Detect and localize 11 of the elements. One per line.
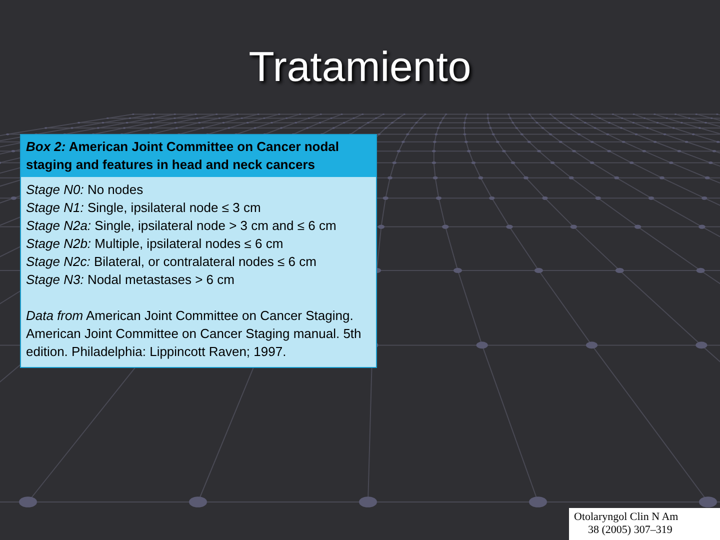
stage-definition: Stage N0: No nodes — [26, 182, 144, 197]
stage-definition: Stage N1: Single, ipsilateral node ≤ 3 cm — [26, 200, 261, 215]
box-heading: Box 2: American Joint Committee on Cancer nodal staging and features in head and neck cancers — [26, 139, 340, 172]
stage-definition: Stage N2b: Multiple, ipsilateral nodes ≤ 6 cm — [26, 236, 284, 251]
citation-line: Otolaryngol Clin N Am — [574, 511, 678, 524]
slide-title: Tratamiento — [248, 42, 472, 92]
stage-definition: Stage N3: Nodal metastases > 6 cm — [26, 272, 234, 287]
source-note: Data from American Joint Committee on Cancer Staging. American Joint Committee on Cancer Staging manual. 5th edition. Philadelphia: Lippincott Raven; 1997. — [26, 307, 362, 361]
citation-line: 38 (2005) 307–319 — [587, 524, 672, 537]
stage-definition: Stage N2a: Single, ipsilateral node > 3 cm and ≤ 6 cm — [26, 218, 336, 233]
stage-definition: Stage N2c: Bilateral, or contralateral nodes ≤ 6 cm — [26, 254, 316, 269]
